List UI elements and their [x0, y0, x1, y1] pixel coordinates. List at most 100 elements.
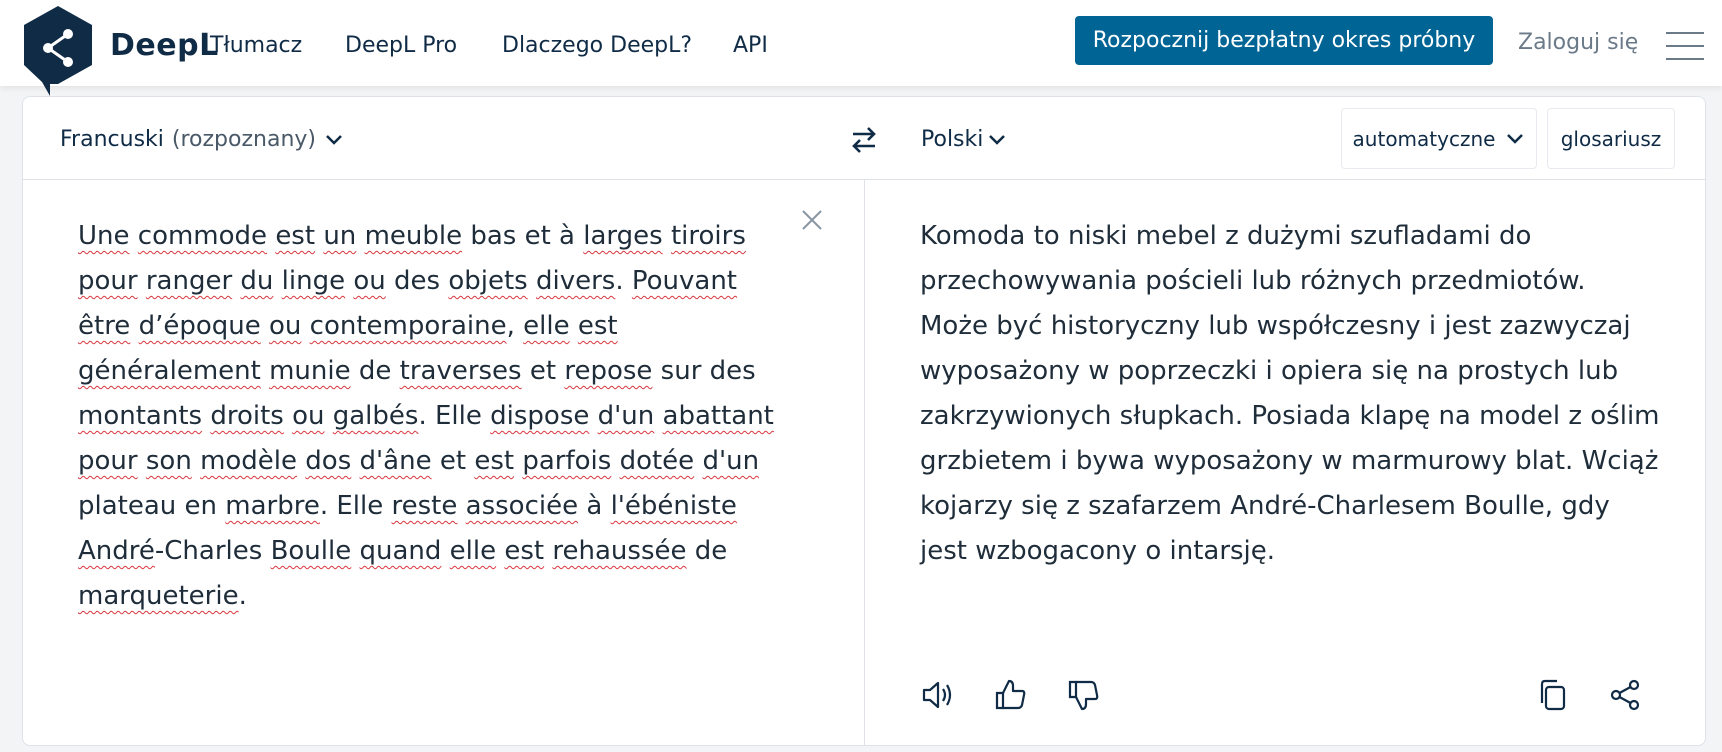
source-text-segment [356, 221, 364, 251]
source-text-segment [611, 446, 619, 476]
source-text-segment [130, 221, 138, 251]
spellcheck-word: abattant [662, 401, 774, 431]
brand-subtitle[interactable]: Tłumacz [210, 33, 302, 58]
source-text-segment: plateau en [78, 491, 226, 521]
spellcheck-word: elle [523, 311, 570, 341]
spellcheck-word: un [323, 221, 357, 251]
source-text-segment [130, 311, 138, 341]
source-text-segment [261, 356, 269, 386]
spellcheck-word: marqueterie [78, 581, 239, 611]
spellcheck-word: est [275, 221, 316, 251]
spellcheck-word: du [240, 266, 274, 296]
source-language-select[interactable]: Francuski (rozpoznany) [60, 127, 344, 152]
source-text-segment: de [686, 536, 728, 566]
source-text-segment [457, 491, 465, 521]
spellcheck-word: Une [78, 221, 130, 251]
spellcheck-word: pour [78, 446, 138, 476]
translation-output[interactable]: Komoda to niski mebel z dużymi szufladam… [920, 214, 1660, 574]
spellcheck-word: ranger [145, 266, 233, 296]
spellcheck-word: d’époque [138, 311, 261, 341]
spellcheck-word: Boulle [270, 536, 352, 566]
chevron-down-icon [989, 134, 1006, 145]
spellcheck-word: galbés [332, 401, 419, 431]
spellcheck-word: est [577, 311, 618, 341]
source-text-segment: et [431, 446, 475, 476]
spellcheck-word: Pouvant [631, 266, 738, 296]
glossary-button[interactable]: glosariusz [1547, 108, 1675, 169]
language-bar: Francuski (rozpoznany) Polski automatycz… [23, 97, 1705, 180]
spellcheck-word: d'âne [359, 446, 432, 476]
copy-icon[interactable] [1535, 677, 1571, 713]
start-trial-button[interactable]: Rozpocznij bezpłatny okres próbny [1075, 16, 1493, 65]
spellcheck-word: tiroirs [670, 221, 746, 251]
spellcheck-word: marbre [225, 491, 320, 521]
spellcheck-word: montants [78, 401, 203, 431]
spellcheck-word: est [504, 536, 545, 566]
spellcheck-word: est [474, 446, 515, 476]
source-text-segment [324, 401, 332, 431]
spellcheck-word: larges [583, 221, 663, 251]
source-text-segment [284, 401, 292, 431]
source-text-segment [192, 446, 200, 476]
source-text-segment: . Elle [418, 401, 491, 431]
thumbs-down-icon[interactable] [1066, 677, 1102, 713]
source-text-segment [351, 536, 359, 566]
source-text-segment: bas et à [462, 221, 584, 251]
panel-divider [864, 180, 865, 745]
formality-select[interactable]: automatyczne [1341, 108, 1537, 169]
target-language-name: Polski [921, 127, 984, 152]
source-text-segment [273, 266, 281, 296]
source-text-segment: , [506, 311, 524, 341]
spellcheck-word: l'ébéniste [610, 491, 737, 521]
close-icon[interactable] [799, 207, 825, 233]
source-text-segment [138, 446, 146, 476]
chevron-down-icon [1507, 133, 1524, 144]
login-link[interactable]: Zaloguj się [1518, 30, 1638, 55]
speaker-icon[interactable] [919, 677, 955, 713]
formality-label: automatyczne [1352, 126, 1496, 151]
thumbs-up-icon[interactable] [993, 677, 1029, 713]
spellcheck-word: divers [535, 266, 616, 296]
spellcheck-word: être [78, 311, 131, 341]
top-bar: DeepL Tłumacz DeepL Pro Dlaczego DeepL? … [0, 0, 1722, 96]
spellcheck-word: dotée [619, 446, 695, 476]
detected-note: (rozpoznany) [171, 127, 316, 152]
source-text-segment [351, 446, 359, 476]
source-text-segment [138, 266, 146, 296]
spellcheck-word: linge [281, 266, 346, 296]
spellcheck-word: droits [210, 401, 284, 431]
deepl-logo-icon[interactable] [20, 4, 96, 98]
brand-name[interactable]: DeepL [110, 28, 219, 63]
source-text-segment [663, 221, 671, 251]
source-text-segment [589, 401, 597, 431]
source-text-segment [441, 536, 449, 566]
spellcheck-word: traverses [399, 356, 522, 386]
source-text-segment: . [615, 266, 632, 296]
source-text-segment: . [238, 581, 247, 611]
source-language-name: Francuski [60, 127, 164, 152]
share-icon[interactable] [1607, 677, 1643, 713]
source-text-segment: à [578, 491, 611, 521]
spellcheck-word: rehaussée [552, 536, 687, 566]
hamburger-menu-icon[interactable] [1666, 32, 1704, 60]
spellcheck-word: objets [448, 266, 528, 296]
swap-arrows-icon[interactable] [847, 123, 881, 157]
spellcheck-word: commode [137, 221, 268, 251]
source-text-segment [301, 311, 309, 341]
source-text-segment: des [385, 266, 449, 296]
target-language-select[interactable]: Polski [921, 127, 1007, 152]
spellcheck-word: ou [292, 401, 325, 431]
nav-api[interactable]: API [733, 33, 768, 58]
spellcheck-word: son [145, 446, 192, 476]
source-text-input[interactable]: Une commode est un meuble bas et à large… [78, 214, 778, 619]
spellcheck-word: associée [465, 491, 579, 521]
spellcheck-word: généralement [78, 356, 261, 386]
translator-panel: Francuski (rozpoznany) Polski automatycz… [22, 96, 1706, 746]
chevron-down-icon [326, 134, 342, 145]
source-text-segment: . Elle [319, 491, 392, 521]
nav-deepl-pro[interactable]: DeepL Pro [345, 33, 457, 58]
nav-why-deepl[interactable]: Dlaczego DeepL? [502, 33, 692, 58]
spellcheck-word: parfois [522, 446, 612, 476]
spellcheck-word: dispose [490, 401, 590, 431]
spellcheck-word: modèle [200, 446, 298, 476]
